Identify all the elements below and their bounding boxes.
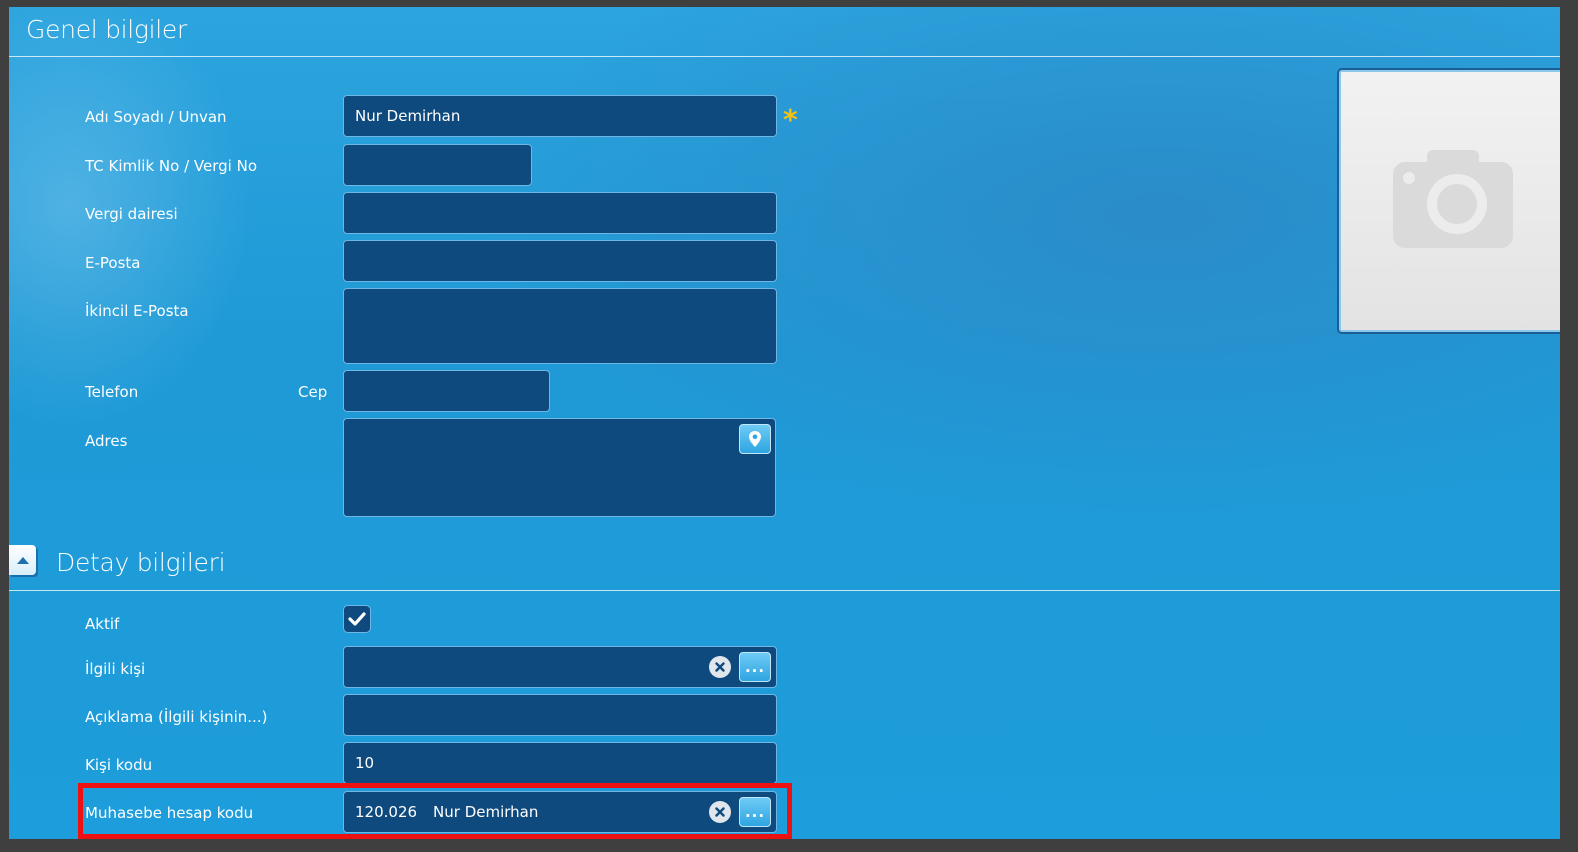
checkmark-icon bbox=[348, 612, 366, 626]
person-code-input[interactable]: 10 bbox=[343, 742, 777, 784]
general-divider bbox=[9, 56, 1560, 57]
active-checkbox[interactable] bbox=[343, 605, 371, 633]
description-label: Açıklama (İlgili kişinin...) bbox=[85, 708, 268, 726]
phone-label: Telefon bbox=[85, 383, 139, 401]
detail-divider bbox=[9, 590, 1560, 591]
contact-browse-button[interactable]: ... bbox=[739, 652, 771, 682]
tc-label: TC Kimlik No / Vergi No bbox=[85, 157, 258, 175]
address-input[interactable] bbox=[343, 418, 776, 517]
active-label: Aktif bbox=[85, 615, 120, 633]
detail-section-title: Detay bilgileri bbox=[56, 548, 226, 577]
contact-clear-button[interactable] bbox=[709, 656, 731, 678]
email-label: E-Posta bbox=[85, 254, 141, 272]
map-pin-icon bbox=[749, 431, 761, 447]
person-code-label: Kişi kodu bbox=[85, 756, 153, 774]
chevron-up-icon bbox=[16, 556, 29, 564]
email-input[interactable] bbox=[343, 240, 777, 282]
name-input[interactable]: Nur Demirhan bbox=[343, 95, 777, 137]
description-input[interactable] bbox=[343, 694, 777, 736]
name-label: Adı Soyadı / Unvan bbox=[85, 108, 227, 126]
clear-x-icon bbox=[715, 662, 725, 672]
required-marker: * bbox=[783, 103, 798, 136]
general-section-title: Genel bilgiler bbox=[26, 15, 187, 44]
map-location-button[interactable] bbox=[739, 424, 771, 454]
tc-input[interactable] bbox=[343, 144, 532, 186]
address-label: Adres bbox=[85, 432, 128, 450]
photo-upload-area[interactable] bbox=[1339, 70, 1560, 332]
camera-icon bbox=[1393, 150, 1513, 248]
email2-input[interactable] bbox=[343, 288, 777, 364]
form-panel: Genel bilgiler Adı Soyadı / Unvan Nur De… bbox=[9, 7, 1560, 839]
mobile-label: Cep bbox=[298, 383, 328, 401]
mobile-input[interactable] bbox=[343, 370, 550, 412]
contact-label: İlgili kişi bbox=[85, 660, 146, 678]
tax-office-input[interactable] bbox=[343, 192, 777, 234]
account-code-highlight bbox=[78, 783, 792, 839]
tax-office-label: Vergi dairesi bbox=[85, 205, 178, 223]
collapse-detail-button[interactable] bbox=[9, 545, 36, 575]
email2-label: İkincil E-Posta bbox=[85, 302, 189, 320]
